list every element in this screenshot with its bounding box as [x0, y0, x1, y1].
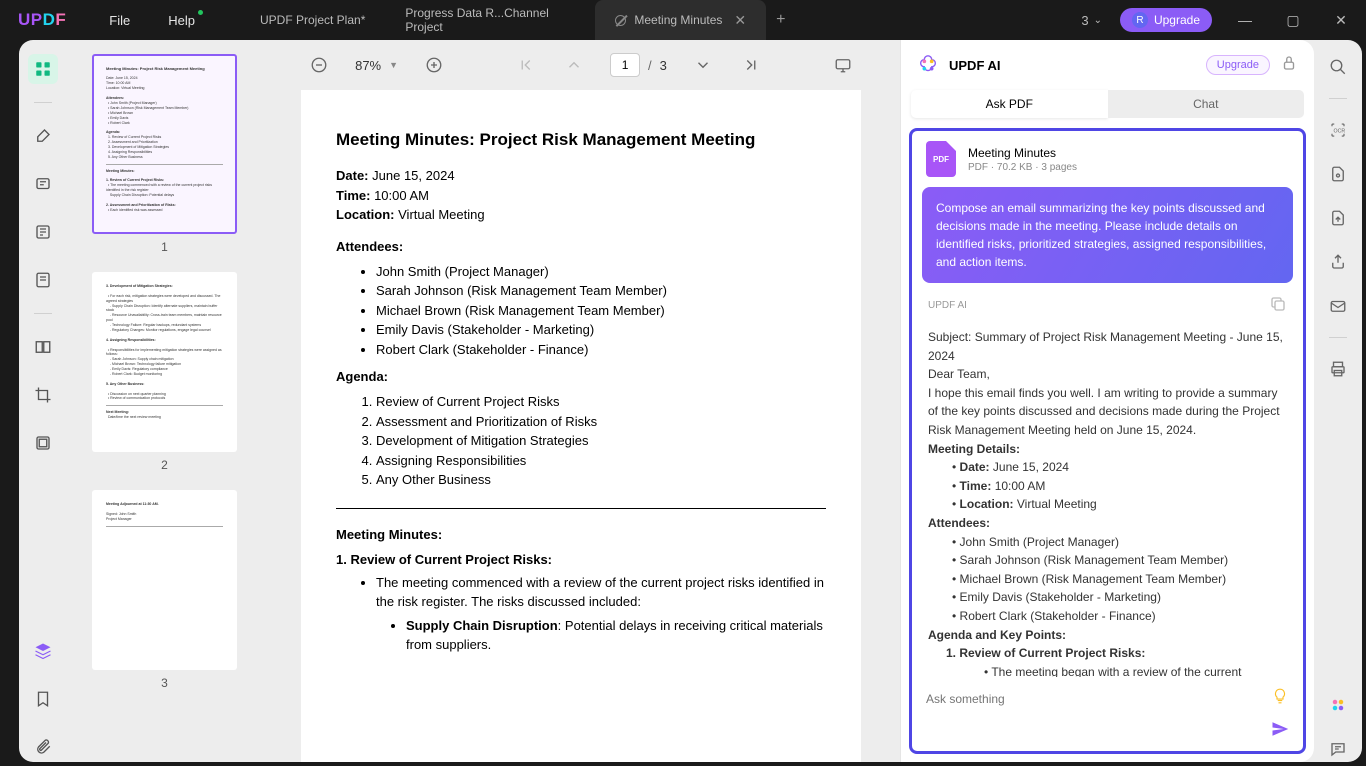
attachment-icon[interactable]: [28, 732, 58, 762]
thumbnail-page-2[interactable]: 3. Development of Mitigation Strategies:…: [77, 272, 252, 472]
menu-file[interactable]: File: [109, 13, 130, 28]
updf-ai-logo-icon: [917, 54, 939, 76]
document-meta: Date: June 15, 2024 Time: 10:00 AM Locat…: [336, 166, 826, 225]
send-button[interactable]: [912, 720, 1303, 751]
thumbnail-page-3[interactable]: Meeting Adjourned at 11:30 AM.Signed: Jo…: [77, 490, 252, 690]
ai-file-meta: PDF · 70.2 KB · 3 pages: [968, 162, 1077, 173]
redact-tool[interactable]: [28, 428, 58, 458]
minimize-button[interactable]: —: [1230, 12, 1260, 28]
document-toolbar: 87% ▼ / 3: [262, 40, 900, 90]
thumbnail-number: 2: [77, 458, 252, 472]
ai-chat-frame: PDF Meeting Minutes PDF · 70.2 KB · 3 pa…: [909, 128, 1306, 754]
user-prompt: Compose an email summarizing the key poi…: [922, 187, 1293, 283]
add-tab-button[interactable]: +: [776, 11, 785, 29]
right-toolbar: OCR: [1314, 40, 1362, 762]
ai-title: UPDF AI: [949, 58, 1196, 73]
agenda-list: Review of Current Project Risks Assessme…: [376, 392, 826, 490]
svg-text:OCR: OCR: [1334, 128, 1346, 134]
prev-page-button[interactable]: [562, 53, 586, 77]
ai-response-header: UPDF AI: [912, 291, 1303, 320]
edit-tool[interactable]: [28, 217, 58, 247]
thumbnail-page-1[interactable]: Meeting Minutes: Project Risk Management…: [77, 54, 252, 254]
ai-input[interactable]: [926, 692, 1261, 706]
copy-icon[interactable]: [1269, 295, 1287, 316]
highlight-tool[interactable]: [28, 121, 58, 151]
zoom-in-button[interactable]: [422, 53, 446, 77]
main-area: 87% ▼ / 3 Meeting Minutes: Project Risk …: [262, 40, 900, 762]
attendees-heading: Attendees:: [336, 239, 826, 254]
page-separator: /: [648, 58, 652, 73]
close-icon[interactable]: ✕: [734, 12, 746, 29]
tab-meeting-minutes[interactable]: Meeting Minutes✕: [595, 0, 766, 40]
ai-file-name: Meeting Minutes: [968, 146, 1077, 160]
layers-icon[interactable]: [28, 636, 58, 666]
chat-icon[interactable]: [1325, 736, 1351, 762]
pdf-file-icon: PDF: [926, 141, 956, 177]
tab-chat[interactable]: Chat: [1108, 90, 1305, 118]
tab-ask-pdf[interactable]: Ask PDF: [911, 90, 1108, 118]
left-toolbar: [19, 40, 67, 762]
titlebar: UPDF File Help UPDF Project Plan* Progre…: [0, 0, 1366, 40]
pdf-page: Meeting Minutes: Project Risk Management…: [301, 90, 861, 762]
ai-toggle-icon[interactable]: [1325, 692, 1351, 718]
user-avatar: R: [1132, 12, 1148, 28]
share-icon[interactable]: [1325, 249, 1351, 275]
page-indicator: / 3: [610, 53, 667, 77]
attendees-list: John Smith (Project Manager) Sarah Johns…: [376, 262, 826, 360]
present-button[interactable]: [831, 53, 855, 77]
form-tool[interactable]: [28, 265, 58, 295]
last-page-button[interactable]: [739, 53, 763, 77]
page-total: 3: [660, 58, 667, 73]
comment-tool[interactable]: [28, 169, 58, 199]
app-logo: UPDF: [0, 10, 84, 30]
lightbulb-icon[interactable]: [1271, 687, 1289, 710]
thumbnail-number: 3: [77, 676, 252, 690]
thumbnail-panel: Meeting Minutes: Project Risk Management…: [67, 40, 262, 762]
bookmark-icon[interactable]: [28, 684, 58, 714]
tab-progress-data[interactable]: Progress Data R...Channel Project: [385, 0, 595, 40]
menu-bar: File Help: [109, 13, 195, 28]
ai-response: Subject: Summary of Project Risk Managem…: [912, 320, 1303, 677]
email-icon[interactable]: [1325, 293, 1351, 319]
section-1-body: The meeting commenced with a review of t…: [376, 573, 826, 655]
zoom-dropdown[interactable]: 87% ▼: [355, 58, 398, 73]
lock-icon[interactable]: [1280, 54, 1298, 77]
protect-icon[interactable]: [1325, 161, 1351, 187]
menu-help[interactable]: Help: [168, 13, 195, 28]
section-1-heading: 1. Review of Current Project Risks:: [336, 552, 826, 567]
tab-bar: UPDF Project Plan* Progress Data R...Cha…: [240, 0, 786, 40]
tab-doc-icon: [615, 15, 626, 26]
zoom-out-button[interactable]: [307, 53, 331, 77]
minutes-heading: Meeting Minutes:: [336, 527, 826, 542]
tab-count[interactable]: 3 ⌄: [1081, 13, 1102, 28]
ai-header: UPDF AI Upgrade: [901, 40, 1314, 90]
ai-input-row: [912, 677, 1303, 720]
search-icon[interactable]: [1325, 54, 1351, 80]
first-page-button[interactable]: [514, 53, 538, 77]
page-input[interactable]: [610, 53, 640, 77]
ai-panel: UPDF AI Upgrade Ask PDF Chat PDF Meeting…: [900, 40, 1314, 762]
tab-project-plan[interactable]: UPDF Project Plan*: [240, 0, 385, 40]
thumbnails-tool[interactable]: [28, 54, 58, 84]
ai-tabs: Ask PDF Chat: [901, 90, 1314, 128]
export-icon[interactable]: [1325, 205, 1351, 231]
workspace: Meeting Minutes: Project Risk Management…: [19, 40, 1362, 762]
titlebar-right: 3 ⌄ RUpgrade — ▢ ✕: [1081, 8, 1356, 32]
thumbnail-number: 1: [77, 240, 252, 254]
ai-file-attachment: PDF Meeting Minutes PDF · 70.2 KB · 3 pa…: [912, 131, 1303, 187]
notification-dot-icon: [198, 10, 203, 15]
print-icon[interactable]: [1325, 356, 1351, 382]
maximize-button[interactable]: ▢: [1278, 12, 1308, 29]
close-button[interactable]: ✕: [1326, 12, 1356, 29]
organize-tool[interactable]: [28, 332, 58, 362]
ai-upgrade-button[interactable]: Upgrade: [1206, 55, 1270, 75]
agenda-heading: Agenda:: [336, 369, 826, 384]
upgrade-button[interactable]: RUpgrade: [1120, 8, 1212, 32]
next-page-button[interactable]: [691, 53, 715, 77]
crop-tool[interactable]: [28, 380, 58, 410]
document-title: Meeting Minutes: Project Risk Management…: [336, 130, 826, 150]
document-view[interactable]: Meeting Minutes: Project Risk Management…: [262, 90, 900, 762]
ocr-icon[interactable]: OCR: [1325, 117, 1351, 143]
